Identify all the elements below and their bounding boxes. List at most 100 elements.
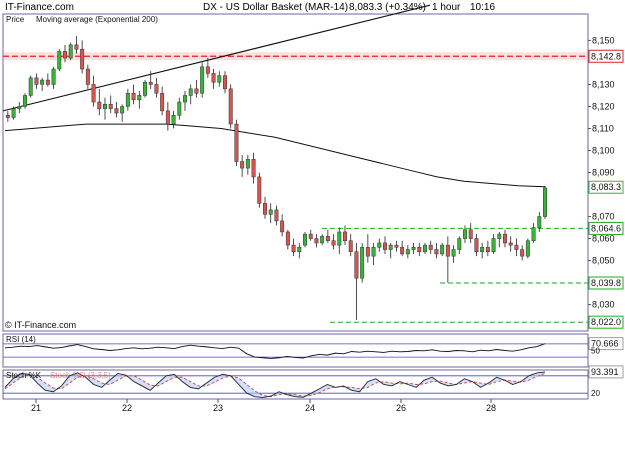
candle-body	[245, 159, 250, 169]
rsi-label: RSI (14)	[6, 335, 36, 344]
candle-body	[263, 203, 267, 215]
y-tick-label: 8,050	[592, 256, 615, 266]
price-tag-label: 8,142.8	[591, 51, 621, 61]
x-tick-label: 22	[122, 403, 132, 413]
candle-body	[223, 75, 227, 90]
candle-body	[303, 233, 307, 246]
main-price-panel: Price Moving average (Exponential 200) © I…	[2, 4, 588, 330]
candle-body	[325, 236, 330, 241]
candle-body	[314, 238, 319, 244]
x-tick-label: 26	[396, 403, 406, 413]
x-tick-label: 24	[305, 403, 315, 413]
candle-body	[108, 104, 113, 109]
candle-body	[451, 249, 456, 257]
candle-body	[428, 244, 433, 250]
candle-body	[503, 233, 507, 244]
candle-body	[365, 247, 370, 257]
candle-body	[171, 115, 176, 125]
candle-body	[120, 106, 125, 114]
candle-body	[217, 75, 222, 83]
candle-body	[97, 101, 102, 109]
candle-body	[343, 231, 347, 241]
candle-body	[45, 79, 50, 85]
y-tick-label: 8,110	[592, 123, 614, 133]
stoch-label: Stoch %K	[6, 371, 42, 380]
candle-body	[177, 101, 182, 116]
candle-body	[308, 233, 313, 239]
candle-body	[383, 242, 387, 250]
candle-body	[280, 220, 285, 233]
y-tick-label: 8,150	[592, 35, 615, 45]
stoch-d-label: Stoch %D (3,3,5)	[50, 371, 111, 380]
candle-body	[103, 104, 107, 109]
candle-body	[165, 110, 170, 125]
candle-body	[154, 84, 159, 94]
rsi-mid-label: 50	[591, 347, 600, 356]
x-tick-label: 21	[31, 403, 41, 413]
candle-body	[28, 77, 33, 96]
candle-body	[188, 88, 193, 96]
rsi-panel-frame	[2, 333, 589, 368]
candle-body	[331, 240, 336, 246]
price-tag-label: 8,083.3	[591, 182, 621, 192]
candle-body	[51, 68, 56, 85]
candle-body	[411, 247, 416, 250]
candle-body	[463, 229, 467, 239]
stochastic-panel: Stoch %K Stoch %D (3,3,5)	[3, 371, 588, 399]
candle-body	[388, 244, 393, 250]
candle-body	[543, 187, 547, 217]
candle-body	[520, 249, 525, 257]
candle-body	[5, 115, 10, 118]
axes: 8,150 8,130 8,120 8,110 8,100 8,090 8,070 8,060…	[31, 35, 624, 413]
candle-body	[291, 244, 296, 252]
candle-body	[205, 66, 210, 74]
candle-body	[268, 209, 273, 215]
candle-body	[131, 93, 136, 101]
y-tick-label: 8,070	[592, 212, 615, 222]
candle-body	[394, 244, 399, 248]
candle-body	[537, 216, 542, 228]
candle-body	[337, 231, 342, 246]
candle-body	[405, 249, 410, 255]
candle-body	[360, 247, 365, 279]
candle-body	[114, 108, 119, 114]
candle-body	[434, 249, 439, 255]
candle-body	[68, 44, 73, 59]
y-tick-label: 8,060	[592, 234, 615, 244]
y-tick-label: 8,100	[592, 145, 615, 155]
candle-body	[125, 93, 130, 107]
candle-body	[525, 240, 530, 257]
candle-body	[285, 231, 290, 246]
candle-body	[85, 68, 90, 85]
candle-body	[445, 244, 450, 257]
candle-body	[234, 123, 239, 162]
copyright-label: © IT-Finance.com	[5, 320, 76, 330]
candle-body	[371, 247, 376, 257]
x-tick-label: 23	[213, 403, 223, 413]
legend-price: Price	[6, 15, 25, 24]
candle-body	[531, 227, 536, 241]
legend-ema: Moving average (Exponential 200)	[36, 15, 158, 24]
candle-body	[491, 238, 496, 253]
stoch-value-label: 93.391	[591, 367, 619, 377]
price-chart-svg: Price Moving average (Exponential 200) © I…	[2, 4, 624, 413]
candle-body	[160, 93, 165, 112]
candle-body	[240, 161, 245, 169]
candle-body	[91, 84, 96, 103]
candle-body	[40, 79, 45, 85]
candle-body	[23, 95, 27, 107]
candle-body	[297, 247, 302, 253]
candle-body	[457, 238, 462, 250]
candle-body	[417, 247, 422, 253]
candle-body	[354, 251, 359, 279]
candle-body	[485, 247, 490, 253]
candle-body	[17, 106, 22, 109]
y-tick-label: 8,130	[592, 79, 615, 89]
price-tag-label: 8,022.0	[591, 317, 621, 327]
y-tick-label: 8,090	[592, 168, 615, 178]
candle-body	[348, 240, 353, 253]
chart-frames	[2, 13, 589, 400]
candle-body	[400, 247, 405, 255]
price-tag-label: 8,039.8	[591, 278, 621, 288]
candle-body	[34, 77, 39, 85]
